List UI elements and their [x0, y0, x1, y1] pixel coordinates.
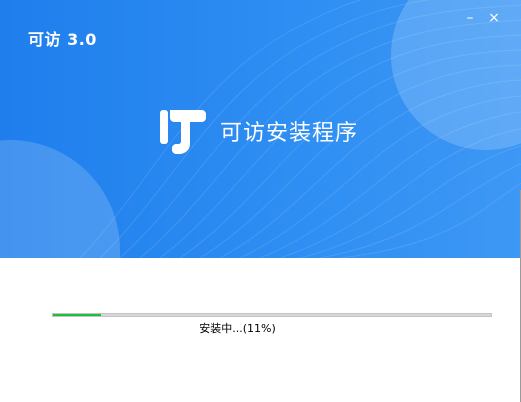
installer-title: 可访安装程序: [220, 121, 359, 146]
close-button[interactable]: ×: [487, 11, 501, 25]
progress-bar-fill: [53, 314, 102, 316]
app-title: 可访 3.0: [28, 30, 97, 49]
progress-bar: [52, 313, 492, 317]
brand-header: 可访安装程序: [158, 106, 358, 156]
installer-window: 可访 3.0 – × 可访安装程序 安装中...(11%): [0, 0, 521, 402]
minimize-button[interactable]: –: [463, 11, 477, 25]
progress-section: 安装中...(11%): [0, 258, 521, 402]
progress-status-text: 安装中...(11%): [199, 322, 276, 335]
kefang-logo-icon: [160, 110, 206, 154]
hero-banner: 可访 3.0 – × 可访安装程序: [0, 0, 521, 258]
